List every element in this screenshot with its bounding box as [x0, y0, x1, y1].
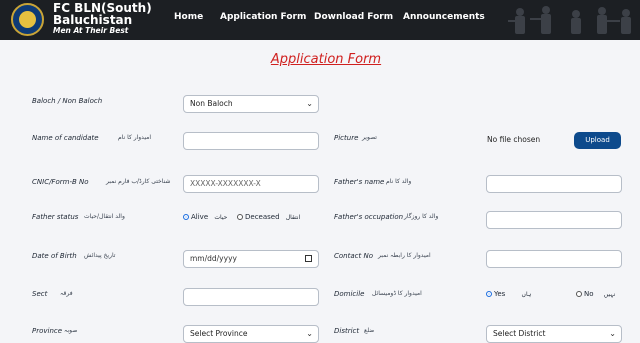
brand-tagline: Men At Their Best [53, 26, 129, 35]
radio-deceased-label: Deceased [245, 213, 280, 221]
father-status-label: Father status [32, 213, 79, 221]
name-label: Name of candidate [32, 134, 99, 142]
radio-yes-urdu: ہاں [521, 291, 532, 298]
chevron-down-icon: ⌄ [306, 329, 313, 338]
upload-button[interactable]: Upload [574, 132, 621, 149]
radio-no-dot[interactable] [576, 291, 582, 297]
dob-urdu-label: تاریخ پیدائش [84, 252, 116, 259]
soldiers-silhouette-image [508, 6, 631, 34]
baloch-select[interactable]: Non Baloch ⌄ [183, 95, 319, 113]
father-occupation-input[interactable] [486, 211, 622, 229]
cnic-placeholder: XXXXX-XXXXXXX-X [190, 179, 261, 188]
father-name-label: Father's name [334, 178, 385, 186]
radio-domicile-no[interactable]: No نہیں [576, 290, 615, 298]
radio-alive[interactable]: Alive حیات [183, 213, 227, 221]
logo-emblem [19, 11, 36, 28]
cnic-label: CNIC/Form-B No [32, 178, 89, 186]
father-name-urdu-label: والد کا نام [386, 178, 412, 185]
district-select-value: Select District [493, 329, 546, 338]
radio-deceased-urdu: انتقال [285, 214, 301, 221]
radio-alive-urdu: حیات [214, 214, 228, 221]
file-status-text: No file chosen [487, 135, 541, 144]
nav-home[interactable]: Home [174, 12, 203, 22]
radio-no-label: No [584, 290, 594, 298]
page-title: Application Form [270, 52, 382, 67]
contact-urdu-label: امیدوار کا رابطہ نمبر [378, 252, 431, 259]
radio-yes-dot[interactable] [486, 291, 492, 297]
dob-placeholder: mm/dd/yyyy [190, 254, 237, 263]
province-select-value: Select Province [190, 329, 248, 338]
father-name-input[interactable] [486, 175, 622, 193]
province-select[interactable]: Select Province ⌄ [183, 325, 319, 343]
dob-input[interactable]: mm/dd/yyyy [183, 250, 319, 268]
domicile-label: Domicile [334, 290, 365, 298]
contact-input[interactable] [486, 250, 622, 268]
cnic-urdu-label: شناختی کارڈ/ب فارم نمبر [106, 178, 171, 185]
father-occupation-urdu-label: والد کا روزگار [404, 213, 439, 220]
contact-label: Contact No [334, 252, 373, 260]
calendar-icon[interactable] [305, 255, 312, 262]
radio-yes-label: Yes [494, 290, 506, 298]
picture-label: Picture [334, 134, 359, 142]
radio-alive-label: Alive [191, 213, 209, 221]
province-label: Province [32, 327, 63, 335]
radio-alive-dot[interactable] [183, 214, 189, 220]
baloch-label: Baloch / Non Baloch [32, 97, 103, 105]
domicile-urdu-label: امیدوار کا ڈومیسائل [372, 290, 422, 297]
district-urdu-label: ضلع [364, 327, 375, 334]
nav-announcements[interactable]: Announcements [403, 12, 485, 22]
sect-input[interactable] [183, 288, 319, 306]
top-navigation-bar: FC BLN(South) Baluchistan Men At Their B… [0, 0, 640, 40]
sect-urdu-label: فرقہ [60, 290, 73, 297]
cnic-input[interactable]: XXXXX-XXXXXXX-X [183, 175, 319, 193]
radio-deceased-dot[interactable] [237, 214, 243, 220]
brand-subtitle: Baluchistan [53, 13, 133, 27]
nav-application-form[interactable]: Application Form [220, 12, 306, 22]
district-label: District [334, 327, 360, 335]
father-occupation-label: Father's occupation [334, 213, 404, 221]
district-select[interactable]: Select District ⌄ [486, 325, 622, 343]
radio-domicile-yes[interactable]: Yes ہاں [486, 290, 531, 298]
name-input[interactable] [183, 132, 319, 150]
dob-label: Date of Birth [32, 252, 77, 260]
radio-no-urdu: نہیں [603, 291, 616, 298]
chevron-down-icon: ⌄ [306, 99, 313, 108]
chevron-down-icon: ⌄ [609, 329, 616, 338]
sect-label: Sect [32, 290, 48, 298]
province-urdu-label: صوبہ [64, 327, 78, 334]
baloch-select-value: Non Baloch [190, 99, 233, 108]
picture-urdu-label: تصویر [362, 134, 377, 141]
name-urdu-label: امیدوار کا نام [118, 134, 152, 141]
nav-download-form[interactable]: Download Form [314, 12, 393, 22]
radio-deceased[interactable]: Deceased انتقال [237, 213, 300, 221]
father-status-urdu-label: والد انتقال/حیات [84, 213, 125, 220]
fc-logo[interactable] [11, 3, 44, 36]
